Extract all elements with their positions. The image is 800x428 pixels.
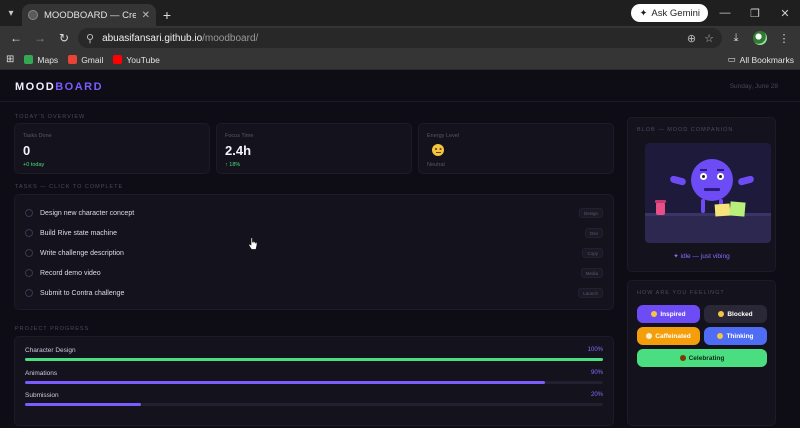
browser-tab-active[interactable]: MOODBOARD — Creative Dash ✕ <box>22 4 156 26</box>
reload-icon[interactable]: ↻ <box>54 28 74 48</box>
coffee-icon <box>646 333 653 339</box>
restore-icon[interactable]: ❐ <box>740 0 770 26</box>
youtube-icon <box>113 55 123 64</box>
url-host: abuasifansari.github.io <box>102 32 203 44</box>
tasks-card: Design new character concept Design Build… <box>14 194 614 310</box>
folder-icon: ▭ <box>727 54 736 64</box>
tasks-label: TASKS — CLICK TO COMPLETE <box>15 184 124 190</box>
task-checkbox[interactable] <box>25 269 33 277</box>
task-item[interactable]: Design new character concept Design <box>25 204 603 222</box>
browser-toolbar: ← → ↻ ⚲ abuasifansari.github.io/moodboar… <box>0 26 800 50</box>
progress-track <box>25 403 603 406</box>
progress-card: Character Design 100% Animations 90% Sub… <box>14 336 614 426</box>
ask-gemini-button[interactable]: ✦ Ask Gemini <box>631 4 708 22</box>
download-icon[interactable]: ⤓ <box>726 28 746 48</box>
neutral-face-icon <box>432 144 444 156</box>
thinking-face-icon <box>717 333 724 339</box>
progress-fill <box>25 403 141 406</box>
mood-label: HOW ARE YOU FEELING? <box>637 290 725 296</box>
mood-button-blocked[interactable]: Blocked <box>704 305 767 323</box>
close-tab-icon[interactable]: ✕ <box>142 10 150 21</box>
back-arrow-icon[interactable]: ← <box>6 28 26 48</box>
bookmark-youtube[interactable]: YouTube <box>113 55 160 65</box>
profile-avatar[interactable] <box>750 28 770 48</box>
blob-stage[interactable] <box>645 143 771 243</box>
task-checkbox[interactable] <box>25 209 33 217</box>
progress-label: PROJECT PROGRESS <box>15 326 90 332</box>
progress-row: Animations 90% <box>25 370 603 384</box>
progress-track <box>25 381 603 384</box>
mood-card: HOW ARE YOU FEELING? Inspired Blocked Ca… <box>627 280 776 426</box>
new-tab-button[interactable]: + <box>156 4 178 26</box>
blob-character <box>691 159 733 201</box>
task-checkbox[interactable] <box>25 229 33 237</box>
site-info-icon[interactable]: ⚲ <box>86 32 94 45</box>
progress-row: Submission 20% <box>25 392 603 406</box>
tab-search-icon[interactable]: ▾ <box>0 0 22 26</box>
bookmark-maps[interactable]: Maps <box>24 55 58 65</box>
progress-fill <box>25 381 546 384</box>
sparkle-icon <box>651 311 658 317</box>
minimize-icon[interactable]: — <box>710 0 740 26</box>
ask-gemini-label: Ask Gemini <box>651 7 700 19</box>
cup-icon <box>655 200 666 215</box>
stat-card-focus: Focus Time 2.4h ↑ 18% <box>216 123 412 174</box>
progress-row: Character Design 100% <box>25 347 603 361</box>
header-date: Sunday, June 28 <box>729 83 778 90</box>
bookmarks-bar: ⊞ Maps Gmail YouTube ▭ All Bookmarks <box>0 50 800 70</box>
mood-button-caffeinated[interactable]: Caffeinated <box>637 327 700 345</box>
moodboard-page: MOODBOARD Sunday, June 28 TODAY'S OVERVI… <box>0 70 800 428</box>
blob-status: ✦ idle — just vibing <box>673 253 730 260</box>
tab-title: MOODBOARD — Creative Dash <box>44 9 136 21</box>
forward-arrow-icon[interactable]: → <box>30 28 50 48</box>
task-item[interactable]: Build Rive state machine Dev <box>25 224 603 242</box>
mood-button-thinking[interactable]: Thinking <box>704 327 767 345</box>
frustrated-face-icon <box>718 311 725 317</box>
companion-card: BLOB — MOOD COMPANION ✦ idle — just vibi… <box>627 117 776 272</box>
header-divider <box>0 101 800 102</box>
brand-logo: MOODBOARD <box>15 81 104 93</box>
close-window-icon[interactable]: ✕ <box>770 0 800 26</box>
mood-button-celebrating[interactable]: Celebrating <box>637 349 767 367</box>
window-controls: — ❐ ✕ <box>710 0 800 26</box>
blob-arm <box>669 175 687 186</box>
overview-label: TODAY'S OVERVIEW <box>15 114 86 120</box>
apps-grid-icon[interactable]: ⊞ <box>6 54 14 65</box>
mood-button-inspired[interactable]: Inspired <box>637 305 700 323</box>
sparkle-icon: ✦ <box>639 7 648 19</box>
sticky-note-icon <box>729 201 746 217</box>
desk <box>645 213 771 243</box>
progress-track <box>25 358 603 361</box>
task-item[interactable]: Write challenge description Copy <box>25 244 603 262</box>
globe-icon <box>28 10 38 20</box>
all-bookmarks-button[interactable]: ▭ All Bookmarks <box>728 54 794 65</box>
sticky-note-icon <box>714 203 731 217</box>
task-checkbox[interactable] <box>25 249 33 257</box>
kebab-menu-icon[interactable]: ⋮ <box>774 28 794 48</box>
task-item[interactable]: Submit to Contra challenge Launch <box>25 284 603 302</box>
browser-tab-strip: ▾ MOODBOARD — Creative Dash ✕ + ✦ Ask Ge… <box>0 0 800 26</box>
stat-card-energy: Energy Level Neutral <box>418 123 614 174</box>
bookmark-gmail[interactable]: Gmail <box>68 55 103 65</box>
blob-arm <box>737 175 755 186</box>
progress-fill <box>25 358 603 361</box>
stat-card-tasks: Tasks Done 0 +0 today <box>14 123 210 174</box>
task-checkbox[interactable] <box>25 289 33 297</box>
hand-cursor-icon <box>248 237 258 250</box>
url-path: /moodboard/ <box>202 32 259 44</box>
companion-label: BLOB — MOOD COMPANION <box>637 127 734 133</box>
task-item[interactable]: Record demo video Media <box>25 264 603 282</box>
gmail-icon <box>68 55 78 64</box>
zoom-icon[interactable]: ⊕ <box>687 32 696 45</box>
star-icon[interactable]: ☆ <box>704 32 714 45</box>
maps-icon <box>24 55 34 64</box>
party-icon <box>679 355 686 361</box>
address-bar[interactable]: ⚲ abuasifansari.github.io/moodboard/ ⊕ ☆ <box>78 28 722 48</box>
